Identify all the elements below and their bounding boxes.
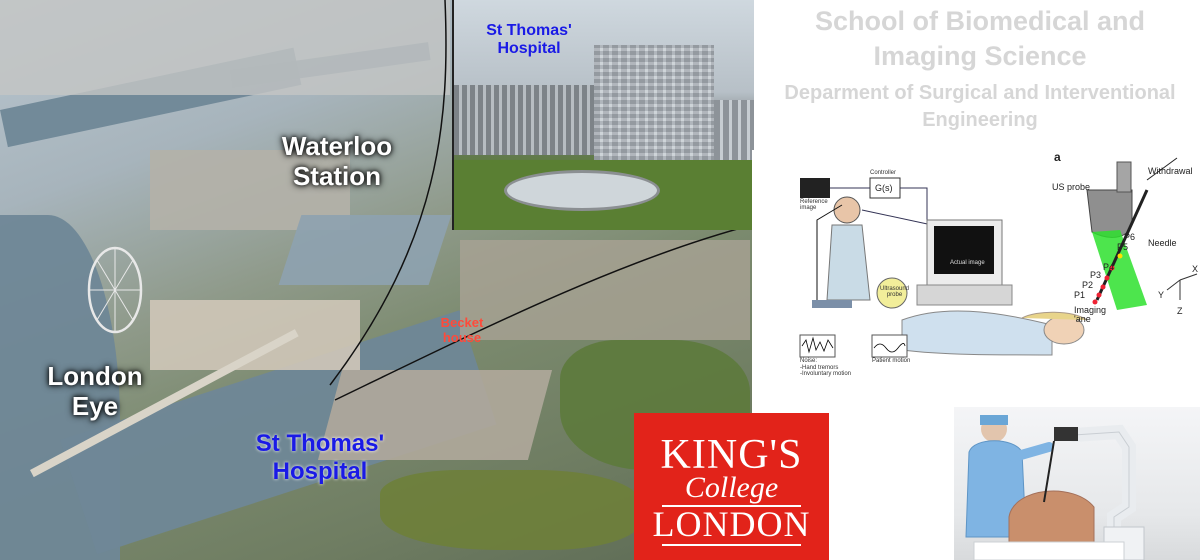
imaging-plane-label: Imaging 'ane [1074,305,1107,324]
logo-divider [662,544,801,546]
point-p5: P5 [1117,242,1129,252]
needle-label: Needle [1148,238,1177,248]
inset-label-st-thomas: St Thomas' Hospital [486,22,572,58]
label-st-thomas-hospital: St Thomas' Hospital [255,430,385,485]
hospital-wing-right [714,100,754,160]
point-p6: P6 [1124,232,1136,242]
ultrasound-probe-label: Ultrasound probe [880,286,910,298]
department-title: Deparment of Surgical and Interventional… [784,82,1176,132]
reference-image-label: Reference image [800,199,828,211]
controller-function: G(s) [875,183,893,193]
title-block: School of Biomedical and Imaging Science… [760,4,1200,134]
axis-y: Y [1158,290,1165,300]
hospital-wing [454,85,594,155]
robot-scene [965,415,1145,560]
patient-motion-label: Patient motion [872,358,911,364]
panel-letter: a [1054,150,1061,164]
hospital-photo: St Thomas' Hospital [452,0,754,230]
kings-college-london-logo: KING'S College LONDON [634,413,829,560]
actual-image-label: Actual image [950,260,985,266]
hospital-tower-floors [594,45,714,160]
logo-london: LONDON [652,504,811,544]
controller-label: Controller [870,170,897,176]
point-p4: P4 [1103,262,1115,272]
school-title: School of Biomedical and Imaging Science [814,6,1146,72]
logo-college: College [684,471,779,504]
point-p3: P3 [1090,270,1102,280]
point-p1: P1 [1074,290,1086,300]
fountain [504,170,660,211]
noise-label: Noise: -Hand tremors -Involuntary motion [800,358,852,378]
surgical-robot-photo [954,407,1200,560]
axis-x: X [1192,264,1199,274]
point-p2: P2 [1082,280,1094,290]
withdrawal-label: Withdrawal [1148,166,1193,176]
axis-z: Z [1177,306,1183,316]
label-becket-house: Becket house [440,315,484,345]
label-london-eye: London Eye [47,361,143,421]
label-waterloo-station: Waterloo Station [281,131,393,191]
teleoperation-diagram: a US probe Withdrawal Needle Imaging 'an… [752,150,1200,405]
us-probe-label: US probe [1052,182,1091,192]
